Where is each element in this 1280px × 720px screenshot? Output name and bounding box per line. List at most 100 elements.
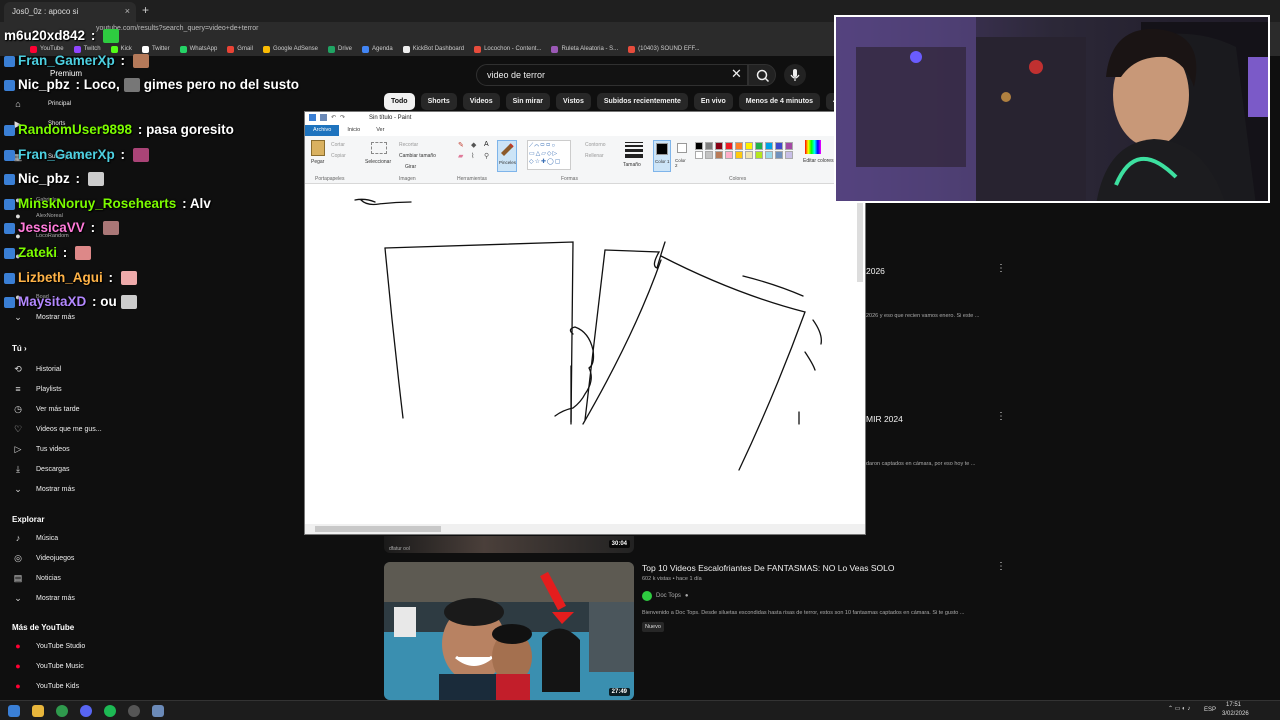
- more-options-icon[interactable]: ⋮: [996, 561, 1006, 572]
- palette-swatch[interactable]: [735, 142, 743, 150]
- sidebar-item[interactable]: ≡ Playlists: [12, 382, 61, 396]
- palette-swatch[interactable]: [715, 151, 723, 159]
- sidebar-item[interactable]: ● YouTube Music: [12, 659, 83, 673]
- file-explorer-icon[interactable]: [32, 705, 44, 717]
- pencil-icon[interactable]: ✎: [458, 141, 468, 149]
- color2-button[interactable]: Color 2: [675, 140, 689, 172]
- undo-icon[interactable]: ↶: [331, 114, 336, 121]
- bookmark-item[interactable]: WhatsApp: [179, 45, 217, 53]
- bookmark-item[interactable]: Drive: [328, 45, 352, 53]
- result-title-partial-1[interactable]: 2026: [866, 266, 885, 276]
- palette-swatch[interactable]: [735, 151, 743, 159]
- sidebar-item[interactable]: ● YouTube Studio: [12, 639, 85, 653]
- new-tab-icon[interactable]: +: [142, 3, 149, 17]
- vertical-scrollbar[interactable]: [857, 202, 863, 282]
- sidebar-show-more[interactable]: ⌄ Mostrar más: [12, 310, 75, 324]
- resize-button[interactable]: Cambiar tamaño: [399, 153, 436, 159]
- paint-taskbar-icon[interactable]: [152, 705, 164, 717]
- paint-window[interactable]: Sin título - Paint ↶ ↷ Archivo Inicio Ver …: [304, 111, 866, 535]
- channel-row[interactable]: Doc Tops ●: [642, 591, 689, 601]
- palette-swatch[interactable]: [715, 142, 723, 150]
- sidebar-item[interactable]: ◷ Ver más tarde: [12, 402, 80, 416]
- paint-menu-tab[interactable]: Ver: [368, 125, 392, 136]
- palette-swatch[interactable]: [725, 151, 733, 159]
- voice-search-button[interactable]: [784, 64, 806, 86]
- size-button[interactable]: Tamaño: [623, 162, 641, 168]
- redo-icon[interactable]: ↷: [340, 114, 345, 121]
- palette-swatch[interactable]: [745, 151, 753, 159]
- bookmark-item[interactable]: (10403) SOUND EFF...: [628, 45, 700, 53]
- video-title[interactable]: Top 10 Videos Escalofriantes De FANTASMA…: [642, 563, 894, 573]
- palette-swatch[interactable]: [775, 142, 783, 150]
- filter-chip[interactable]: En vivo: [693, 93, 733, 110]
- sidebar-item[interactable]: ♡ Videos que me gus...: [12, 422, 102, 436]
- discord-icon[interactable]: [80, 705, 92, 717]
- color1-button[interactable]: Color 1: [653, 140, 671, 172]
- fill-button[interactable]: Rellenar: [585, 153, 604, 159]
- palette-swatch[interactable]: [705, 142, 713, 150]
- paint-menu-tab[interactable]: Inicio: [339, 125, 368, 136]
- filter-chip[interactable]: Videos: [462, 93, 500, 110]
- eraser-icon[interactable]: ▰: [458, 152, 468, 160]
- palette-swatch[interactable]: [745, 142, 753, 150]
- filter-chip[interactable]: Menos de 4 minutos: [738, 93, 821, 110]
- palette-swatch[interactable]: [695, 142, 703, 150]
- paint-menu-tab[interactable]: Archivo: [305, 125, 340, 136]
- sidebar-item[interactable]: ⟲ Historial: [12, 362, 61, 376]
- sidebar-item[interactable]: ⤓ Descargas: [12, 462, 69, 476]
- palette-swatch[interactable]: [755, 142, 763, 150]
- bookmark-item[interactable]: Agenda: [362, 45, 393, 53]
- you-section-heading[interactable]: Tú ›: [12, 344, 27, 353]
- cut-button[interactable]: Cortar: [331, 142, 345, 148]
- select-button[interactable]: Seleccionar: [365, 159, 391, 165]
- bookmark-item[interactable]: YouTube: [30, 45, 64, 53]
- palette-swatch[interactable]: [725, 142, 733, 150]
- palette-swatch[interactable]: [765, 151, 773, 159]
- browser-tab[interactable]: Jos0_0z : apoco si ×: [4, 2, 136, 22]
- spotify-icon[interactable]: [104, 705, 116, 717]
- filter-chip[interactable]: Sin mirar: [505, 93, 550, 110]
- language-indicator[interactable]: ESP: [1204, 707, 1216, 713]
- palette-swatch[interactable]: [785, 142, 793, 150]
- chrome-icon[interactable]: [56, 705, 68, 717]
- filter-chip[interactable]: Shorts: [420, 93, 457, 110]
- bookmark-item[interactable]: Kick: [110, 45, 132, 53]
- clock-date[interactable]: 3/02/2026: [1222, 711, 1249, 717]
- text-icon[interactable]: A: [484, 141, 494, 149]
- save-icon[interactable]: [320, 114, 327, 121]
- sidebar-item[interactable]: ♪ Música: [12, 531, 58, 545]
- sidebar-item[interactable]: ● YouTube Kids: [12, 679, 79, 693]
- youtube-premium-badge[interactable]: Premium: [50, 69, 82, 78]
- crop-button[interactable]: Recortar: [399, 142, 418, 148]
- paste-icon[interactable]: [311, 140, 325, 156]
- bookmark-item[interactable]: Twitch: [73, 45, 101, 53]
- result-title-partial-2[interactable]: MIR 2024: [866, 414, 903, 424]
- bookmark-item[interactable]: Ruleta Aleatoria - S...: [551, 45, 618, 53]
- size-icon[interactable]: [625, 142, 643, 158]
- search-input[interactable]: video de terror: [476, 64, 748, 86]
- palette-swatch[interactable]: [765, 142, 773, 150]
- sidebar-item-home[interactable]: ⌂ Principal: [12, 97, 71, 111]
- bookmark-item[interactable]: Locochon - Content...: [474, 45, 541, 53]
- palette-swatch[interactable]: [695, 151, 703, 159]
- edit-colors-button[interactable]: Editar colores: [803, 158, 834, 164]
- start-icon[interactable]: [8, 705, 20, 717]
- edit-colors-icon[interactable]: [805, 140, 821, 154]
- obs-icon[interactable]: [128, 705, 140, 717]
- fill-icon[interactable]: ◆: [471, 141, 481, 149]
- filter-chip[interactable]: Todo: [384, 93, 415, 110]
- video-thumbnail[interactable]: 27:49: [384, 562, 634, 700]
- url-text[interactable]: youtube.com/results?search_query=video+d…: [96, 25, 258, 32]
- rotate-button[interactable]: Girar: [405, 164, 416, 170]
- bookmark-item[interactable]: Google AdSense: [262, 45, 318, 53]
- bookmark-item[interactable]: Twitter: [141, 45, 170, 53]
- sidebar-item[interactable]: ⌄ Mostrar más: [12, 482, 75, 496]
- select-icon[interactable]: [371, 142, 387, 154]
- paste-button[interactable]: Pegar: [311, 159, 324, 165]
- filter-chip[interactable]: Subidos recientemente: [596, 93, 688, 110]
- paint-canvas[interactable]: [305, 184, 865, 524]
- scrollbar-thumb[interactable]: [315, 526, 441, 532]
- filter-chip[interactable]: Vistos: [555, 93, 591, 110]
- copy-button[interactable]: Copiar: [331, 153, 346, 159]
- more-options-icon[interactable]: ⋮: [996, 263, 1006, 274]
